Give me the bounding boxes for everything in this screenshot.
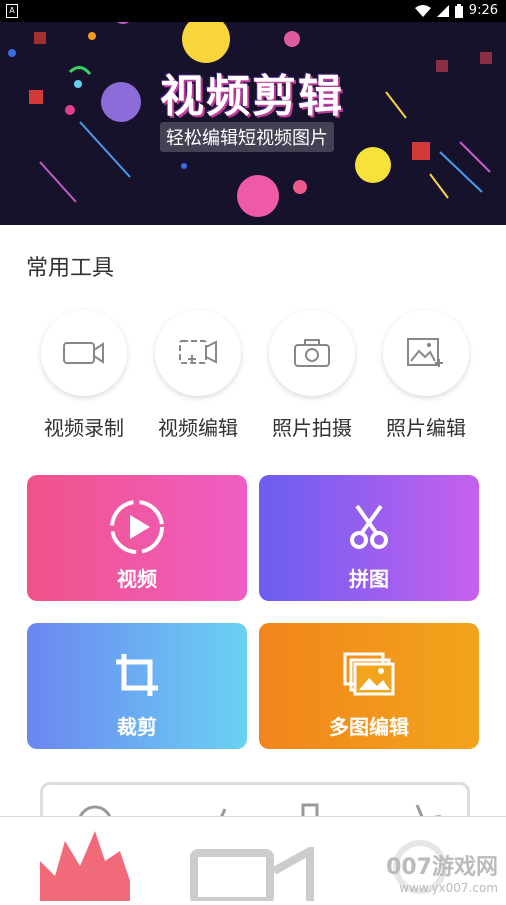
banner-title: 视频剪辑 <box>160 71 344 122</box>
wifi-icon <box>414 4 431 17</box>
nav-home-icon[interactable] <box>40 831 130 901</box>
signal-icon <box>436 4 449 17</box>
video-camera-icon <box>41 310 127 396</box>
section-title: 常用工具 <box>26 256 115 281</box>
promo-banner[interactable]: 视频剪辑 轻松编辑短视频图片 <box>0 22 506 225</box>
card-crop[interactable]: 裁剪 <box>27 623 247 749</box>
status-bar: A 9:26 <box>0 0 506 22</box>
tool-video-record[interactable]: 视频录制 <box>27 310 141 440</box>
tool-photo-capture[interactable]: 照片拍摄 <box>255 310 369 440</box>
tool-photo-edit[interactable]: 照片编辑 <box>369 310 483 440</box>
bottom-navigation: 007游戏网 www.yx007.com <box>0 816 506 905</box>
card-label: 拼图 <box>349 567 389 591</box>
watermark-url: www.yx007.com <box>399 881 498 895</box>
tool-label: 视频录制 <box>44 416 124 440</box>
photo-camera-icon <box>269 310 355 396</box>
banner-subtitle: 轻松编辑短视频图片 <box>160 122 334 152</box>
watermark-main: 007游戏网 <box>386 855 498 880</box>
card-multi-image[interactable]: 多图编辑 <box>259 623 479 749</box>
card-label: 裁剪 <box>117 715 157 739</box>
video-edit-icon <box>155 310 241 396</box>
clock: 9:26 <box>468 3 498 18</box>
image-edit-icon <box>383 310 469 396</box>
notification-icon: A <box>6 4 18 18</box>
watermark: 007游戏网 www.yx007.com <box>386 849 498 895</box>
card-video[interactable]: 视频 <box>27 475 247 601</box>
tool-label: 照片拍摄 <box>272 416 352 440</box>
card-label: 多图编辑 <box>329 715 409 739</box>
scissors-icon <box>339 497 399 557</box>
card-collage[interactable]: 拼图 <box>259 475 479 601</box>
battery-icon <box>454 3 463 18</box>
play-icon <box>107 497 167 557</box>
multi-image-icon <box>339 645 399 705</box>
crop-icon <box>107 645 167 705</box>
nav-video-icon[interactable] <box>190 844 320 905</box>
card-label: 视频 <box>117 567 157 591</box>
tool-label: 视频编辑 <box>158 416 238 440</box>
tool-video-edit[interactable]: 视频编辑 <box>141 310 255 440</box>
tool-label: 照片编辑 <box>386 416 466 440</box>
